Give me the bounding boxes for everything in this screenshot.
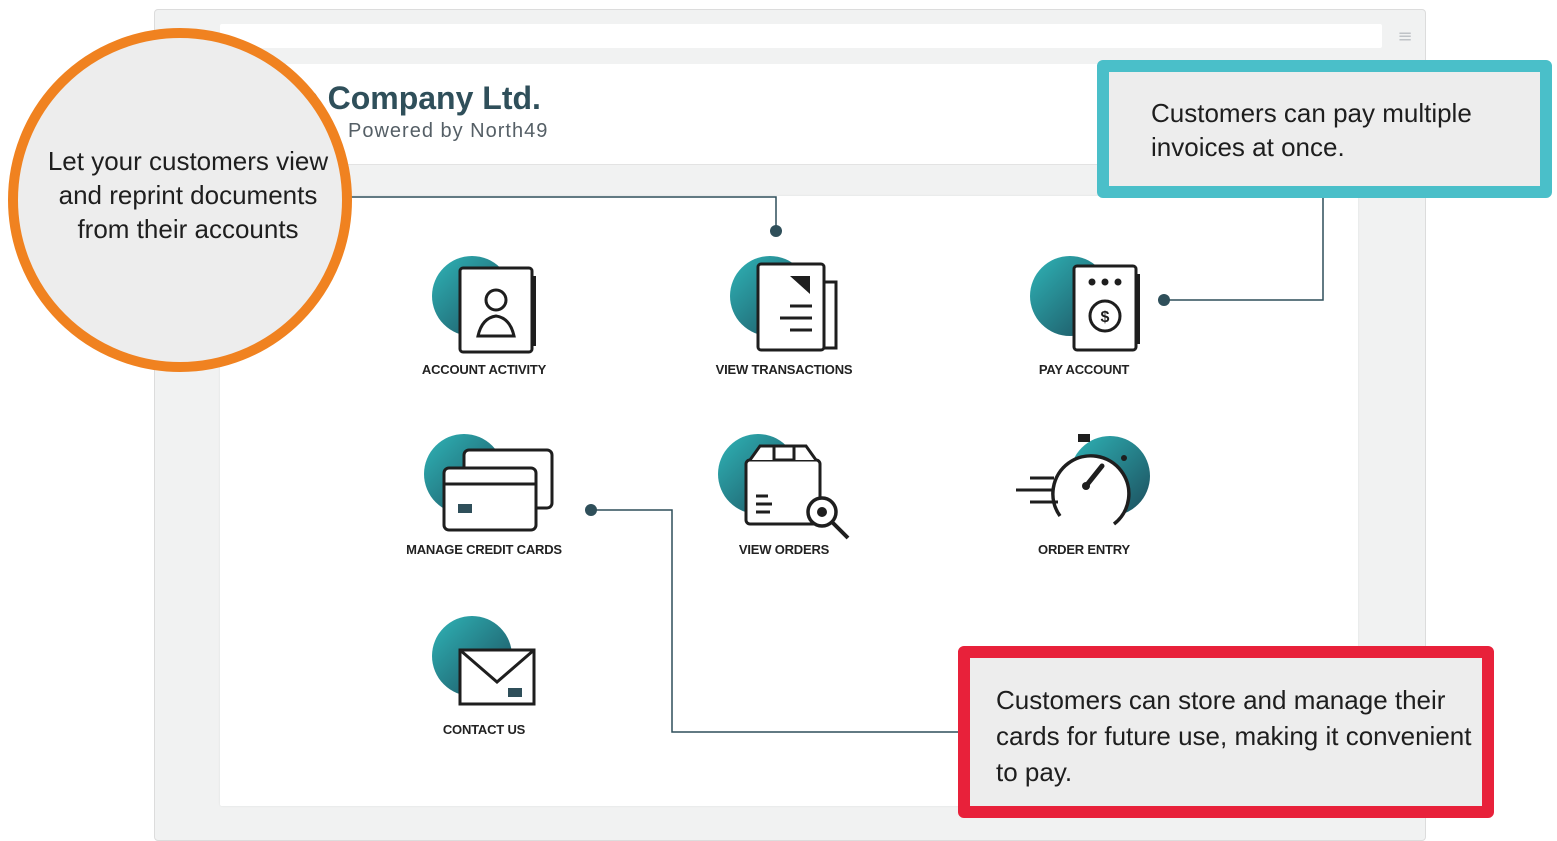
callout-documents: Let your customers view and reprint docu… <box>8 28 352 372</box>
callout-cards: Customers can store and manage their car… <box>958 646 1494 818</box>
callout-cards-text: Customers can store and manage their car… <box>996 685 1472 787</box>
callout-documents-text: Let your customers view and reprint docu… <box>47 146 329 244</box>
callout-invoices-text: Customers can pay multiple invoices at o… <box>1151 98 1472 162</box>
callout-invoices: Customers can pay multiple invoices at o… <box>1097 60 1552 198</box>
